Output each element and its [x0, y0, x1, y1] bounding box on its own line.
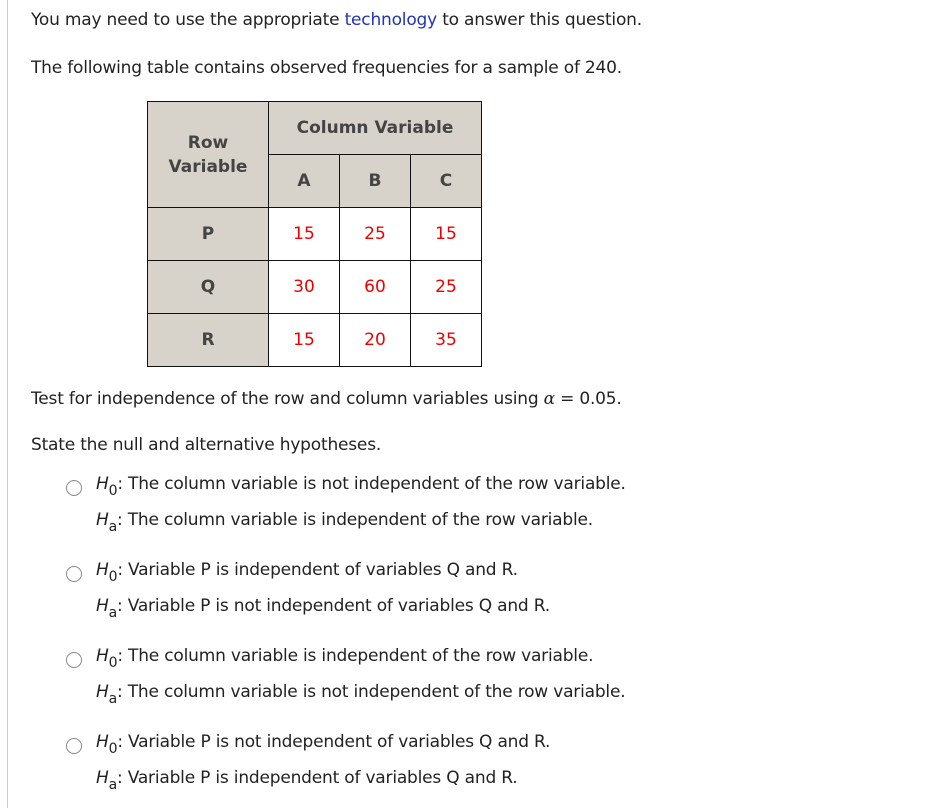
column-header-a: A	[268, 154, 340, 208]
frequency-table: Row Variable Column Variable A B C P 15 …	[147, 101, 482, 367]
option-1-alt: Ha: The column variable is independent o…	[96, 510, 593, 535]
row-variable-header-line2: Variable	[168, 156, 248, 177]
null-subscript: 0	[108, 741, 118, 757]
option-4-alt-text: Variable P is independent of variables Q…	[122, 768, 518, 788]
table-intro: The following table contains observed fr…	[31, 58, 622, 78]
row-variable-header: Row Variable	[147, 101, 269, 208]
h-symbol: H	[96, 732, 109, 752]
radio-button-option-3[interactable]	[66, 652, 82, 668]
column-header-b: B	[339, 154, 411, 208]
h-symbol: H	[96, 560, 109, 580]
option-4-null-text: Variable P is not independent of variabl…	[122, 732, 551, 752]
cell-r-a: 15	[268, 313, 340, 367]
option-3-null: H0: The column variable is independent o…	[96, 646, 594, 671]
hypotheses-prompt: State the null and alternative hypothese…	[31, 435, 382, 455]
option-4-null: H0: Variable P is not independent of var…	[96, 732, 551, 757]
h-symbol: H	[96, 510, 109, 530]
option-3-alt-text: The column variable is not independent o…	[122, 682, 626, 702]
column-header-c: C	[410, 154, 482, 208]
test-statement-suffix: = 0.05.	[554, 389, 622, 409]
test-statement: Test for independence of the row and col…	[31, 389, 622, 409]
row-header-r: R	[147, 313, 269, 367]
h-symbol: H	[96, 682, 109, 702]
cell-p-a: 15	[268, 207, 340, 261]
h-symbol: H	[96, 768, 109, 788]
option-2-alt: Ha: Variable P is not independent of var…	[96, 596, 550, 621]
cell-p-b: 25	[339, 207, 411, 261]
alt-subscript: a	[108, 605, 118, 621]
alt-subscript: a	[108, 691, 118, 707]
technology-link[interactable]: technology	[345, 10, 438, 30]
table-row-p: P 15 25 15	[147, 207, 482, 261]
cell-p-c: 15	[410, 207, 482, 261]
option-2-alt-text: Variable P is not independent of variabl…	[122, 596, 550, 616]
null-subscript: 0	[108, 655, 118, 671]
technology-note-prefix: You may need to use the appropriate	[31, 10, 345, 30]
option-3-alt: Ha: The column variable is not independe…	[96, 682, 626, 707]
h-symbol: H	[96, 596, 109, 616]
option-2-null-text: Variable P is independent of variables Q…	[122, 560, 518, 580]
radio-button-option-2[interactable]	[66, 566, 82, 582]
row-header-q: Q	[147, 260, 269, 314]
test-statement-prefix: Test for independence of the row and col…	[31, 389, 544, 409]
row-header-p: P	[147, 207, 269, 261]
table-row-q: Q 30 60 25	[147, 260, 482, 314]
null-subscript: 0	[108, 483, 118, 499]
cell-r-c: 35	[410, 313, 482, 367]
technology-note-suffix: to answer this question.	[436, 10, 642, 30]
option-1-null: H0: The column variable is not independe…	[96, 474, 626, 499]
radio-button-option-4[interactable]	[66, 738, 82, 754]
cell-q-a: 30	[268, 260, 340, 314]
alpha-symbol: α	[543, 389, 555, 409]
radio-button-option-1[interactable]	[66, 480, 82, 496]
h-symbol: H	[96, 646, 109, 666]
technology-note: You may need to use the appropriate tech…	[31, 10, 642, 30]
column-variable-header: Column Variable	[268, 101, 482, 155]
option-4-alt: Ha: Variable P is independent of variabl…	[96, 768, 518, 793]
option-2-null: H0: Variable P is independent of variabl…	[96, 560, 518, 585]
row-variable-header-line1: Row	[187, 132, 229, 153]
left-border	[7, 0, 8, 808]
cell-q-c: 25	[410, 260, 482, 314]
null-subscript: 0	[108, 569, 118, 585]
option-3-null-text: The column variable is independent of th…	[122, 646, 594, 666]
alt-subscript: a	[108, 777, 118, 793]
option-1-alt-text: The column variable is independent of th…	[122, 510, 593, 530]
option-1-null-text: The column variable is not independent o…	[122, 474, 626, 494]
alt-subscript: a	[108, 519, 118, 535]
table-row-r: R 15 20 35	[147, 313, 482, 367]
h-symbol: H	[96, 474, 109, 494]
cell-q-b: 60	[339, 260, 411, 314]
cell-r-b: 20	[339, 313, 411, 367]
